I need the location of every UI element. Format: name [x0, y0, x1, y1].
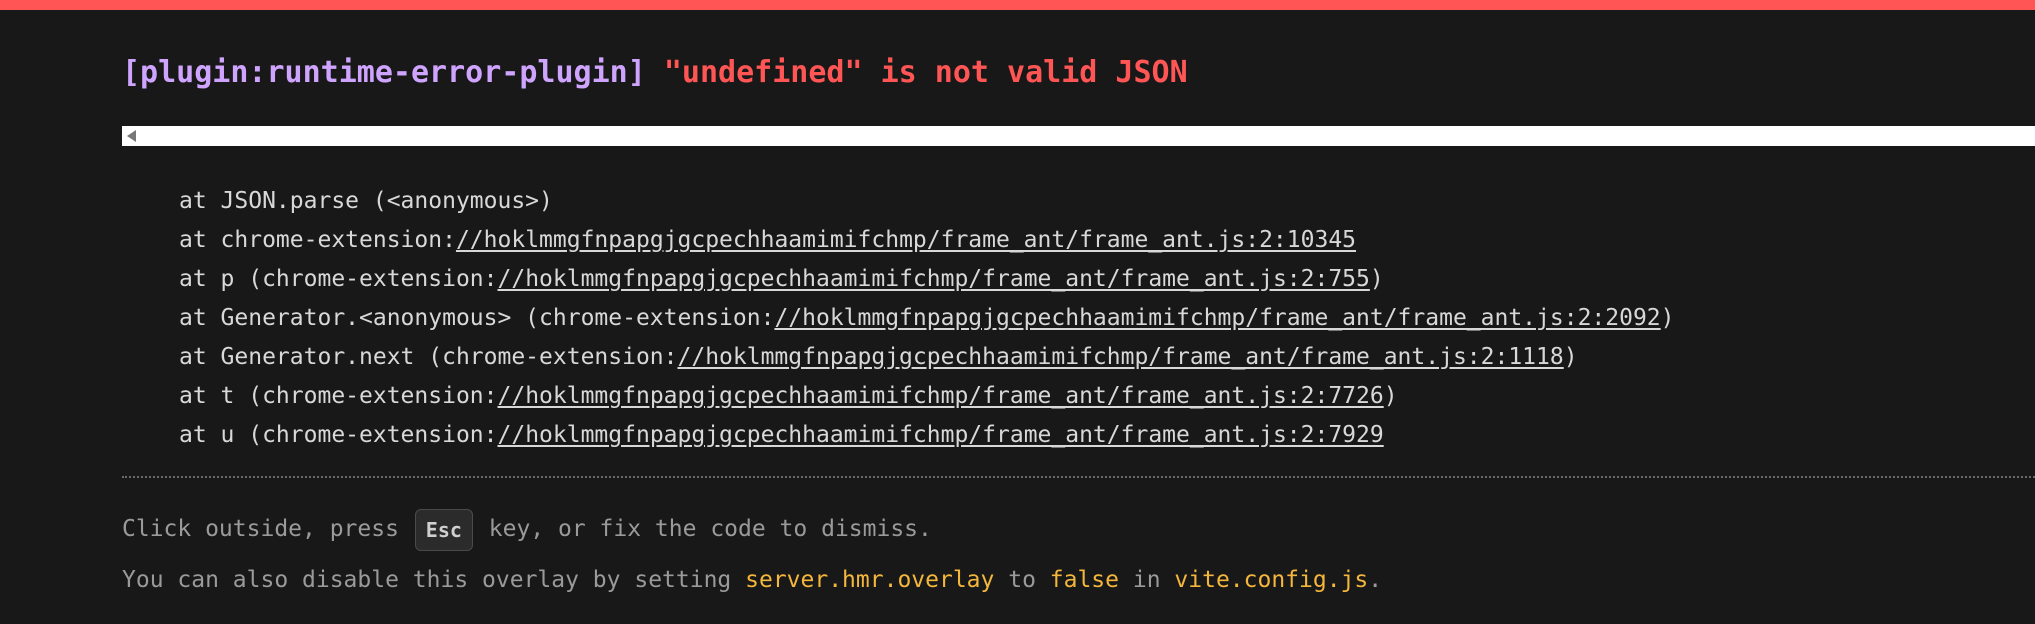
error-accent-bar	[0, 0, 2035, 10]
stack-frame-link[interactable]: //hoklmmgfnpapgjgcpechhaamimifchmp/frame…	[498, 266, 1370, 292]
stack-trace: at JSON.parse (<anonymous>) at chrome-ex…	[179, 182, 1675, 455]
stack-frame: at JSON.parse (<anonymous>)	[179, 188, 553, 214]
stack-frame-link[interactable]: //hoklmmgfnpapgjgcpechhaamimifchmp/frame…	[498, 383, 1384, 409]
horizontal-scrollbar[interactable]	[122, 126, 2035, 146]
stack-frame-link[interactable]: //hoklmmgfnpapgjgcpechhaamimifchmp/frame…	[456, 227, 1356, 253]
overlay-config-tip: You can also disable this overlay by set…	[122, 567, 1383, 593]
stack-frame-link[interactable]: //hoklmmgfnpapgjgcpechhaamimifchmp/frame…	[678, 344, 1564, 370]
stack-frame: at chrome-extension://hoklmmgfnpapgjgcpe…	[179, 227, 1357, 253]
error-message-body: "undefined" is not valid JSON	[663, 55, 1188, 90]
stack-frame: at Generator.next (chrome-extension://ho…	[179, 344, 1578, 370]
stack-frame-link[interactable]: //hoklmmgfnpapgjgcpechhaamimifchmp/frame…	[498, 422, 1384, 448]
stack-frame: at p (chrome-extension://hoklmmgfnpapgjg…	[179, 266, 1384, 292]
stack-frame-link[interactable]: //hoklmmgfnpapgjgcpechhaamimifchmp/frame…	[774, 305, 1660, 331]
config-option-code: server.hmr.overlay	[745, 567, 995, 593]
error-message: [plugin:runtime-error-plugin] "undefined…	[122, 55, 1188, 90]
stack-frame: at u (chrome-extension://hoklmmgfnpapgjg…	[179, 422, 1384, 448]
esc-key: Esc	[414, 508, 473, 551]
tip-divider	[122, 476, 2035, 478]
error-plugin-name: [plugin:runtime-error-plugin]	[122, 55, 646, 90]
dismiss-tip: Click outside, press Esc key, or fix the…	[122, 506, 932, 552]
error-overlay-window: [plugin:runtime-error-plugin] "undefined…	[122, 10, 2035, 624]
stack-frame: at t (chrome-extension://hoklmmgfnpapgjg…	[179, 383, 1398, 409]
config-file-code: vite.config.js	[1174, 567, 1369, 593]
config-value-code: false	[1049, 567, 1120, 593]
stack-frame: at Generator.<anonymous> (chrome-extensi…	[179, 305, 1675, 331]
scroll-left-arrow-icon[interactable]	[127, 130, 136, 142]
